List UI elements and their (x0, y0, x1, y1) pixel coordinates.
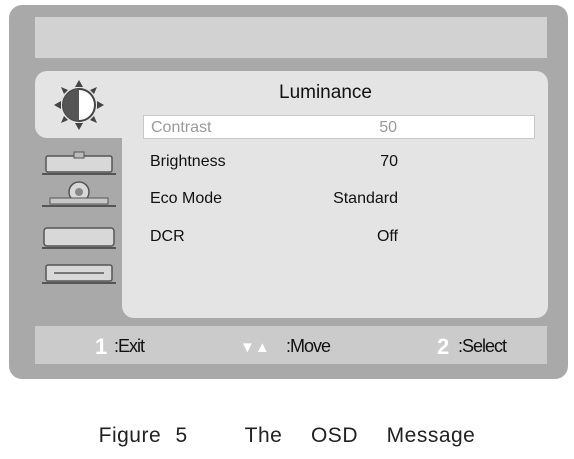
menu-item-label: Eco Mode (150, 190, 223, 207)
osd-setup-icon[interactable] (40, 224, 118, 250)
menu-title: Luminance (279, 82, 372, 103)
menu-item-eco-mode[interactable]: Eco Mode Standard (143, 187, 535, 211)
osd-title-bar (35, 17, 547, 58)
menu-item-label: DCR (150, 228, 185, 245)
exit-hint: :Exit (114, 336, 145, 356)
luminance-icon (52, 78, 106, 132)
menu-item-value: Standard (333, 190, 398, 207)
menu-item-value: Off (376, 228, 398, 245)
extra-settings-icon[interactable] (40, 260, 118, 286)
select-hint: :Select (458, 336, 507, 356)
move-hint: :Move (286, 336, 331, 356)
exit-key: 1 (95, 334, 108, 359)
menu-item-brightness[interactable]: Brightness 70 (143, 150, 535, 174)
menu-item-label: Brightness (150, 153, 226, 170)
figure-caption: Figure 5 The OSD Message (98, 424, 476, 447)
menu-item-label: Contrast (151, 119, 212, 136)
menu-item-value: 50 (379, 119, 397, 136)
menu-item-contrast[interactable]: Contrast 50 (143, 115, 535, 139)
image-setup-icon[interactable] (40, 150, 118, 176)
move-keys-icon: ▼▲ (240, 339, 270, 356)
menu-item-dcr[interactable]: DCR Off (143, 225, 535, 249)
color-temp-icon[interactable] (40, 180, 118, 208)
menu-item-value: 70 (380, 153, 398, 170)
select-key: 2 (437, 334, 450, 359)
